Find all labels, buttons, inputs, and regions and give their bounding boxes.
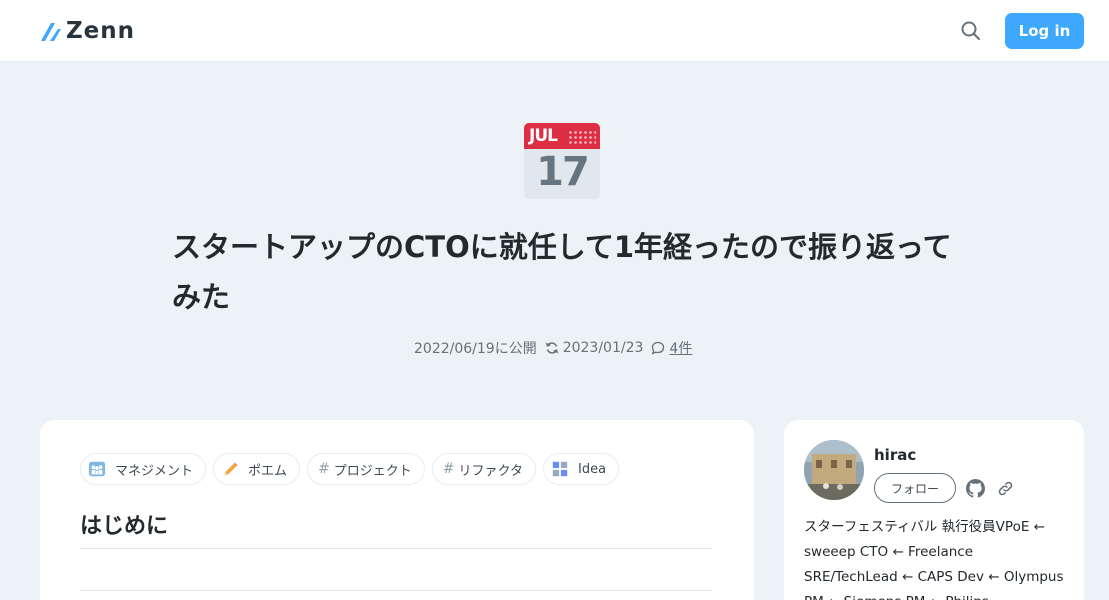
author-name[interactable]: hirac — [874, 446, 916, 464]
tag-idea[interactable]: Idea — [543, 453, 620, 485]
tag-label: Idea — [578, 461, 607, 477]
article-meta: 2022/06/19に公開 2023/01/23 4件 — [414, 338, 692, 358]
avatar[interactable] — [804, 440, 864, 500]
hash-icon: # — [442, 461, 455, 477]
calendar-month: JUL — [529, 126, 558, 146]
tag-label: リファクタ — [458, 463, 523, 479]
follow-button[interactable]: フォロー — [874, 473, 956, 503]
tag-label: マネジメント — [115, 463, 194, 479]
link-icon[interactable] — [996, 479, 1015, 498]
comments-group[interactable]: 4件 — [651, 338, 692, 358]
article-body: マネジメント ポエム # プロジェクト # リファクタ Idea はじめに — [40, 420, 754, 600]
github-icon[interactable] — [966, 479, 985, 498]
idea-grid-icon — [550, 459, 570, 479]
calendar-dots — [568, 130, 596, 144]
article-title: スタートアップのCTOに就任して1年経ったので振り返ってみた — [172, 230, 952, 314]
comment-icon — [652, 341, 665, 355]
pencil-icon — [220, 459, 240, 479]
section-heading: はじめに — [80, 514, 169, 539]
top-header: Zenn Log in — [0, 0, 1109, 62]
author-profile: hirac フォロー スターフェスティバル 執行役員VPoE ← sweeep … — [784, 420, 1084, 600]
updated-date-group: 2023/01/23 — [545, 340, 644, 356]
team-icon — [87, 459, 107, 479]
zenn-logo-icon — [41, 23, 61, 41]
published-date: 2022/06/19に公開 — [414, 341, 537, 357]
comments-link[interactable]: 4件 — [669, 338, 692, 358]
tag-project[interactable]: # プロジェクト — [307, 453, 425, 485]
calendar-body: 17 — [524, 149, 600, 199]
tag-poem[interactable]: ポエム — [213, 453, 301, 485]
author-bio: スターフェスティバル 執行役員VPoE ← sweeep CTO ← Freel… — [804, 519, 1064, 600]
tag-label: プロジェクト — [333, 463, 412, 479]
hash-icon: # — [318, 461, 330, 477]
refresh-icon — [545, 342, 558, 354]
topic-tags: マネジメント ポエム # プロジェクト # リファクタ Idea — [80, 453, 620, 485]
content-divider — [80, 590, 713, 591]
zenn-logo[interactable]: Zenn — [40, 18, 135, 44]
calendar-day: 17 — [536, 149, 590, 195]
tag-refactor[interactable]: # リファクタ — [431, 453, 536, 485]
search-icon[interactable] — [959, 19, 983, 43]
login-button[interactable]: Log in — [1005, 13, 1084, 49]
tag-management[interactable]: マネジメント — [80, 453, 207, 485]
heading-divider — [80, 548, 713, 549]
updated-date: 2023/01/23 — [562, 340, 644, 356]
logo-text: Zenn — [66, 18, 136, 44]
calendar-icon: JUL 17 — [524, 123, 600, 199]
tag-label: ポエム — [248, 463, 288, 479]
calendar-top: JUL — [524, 123, 600, 149]
